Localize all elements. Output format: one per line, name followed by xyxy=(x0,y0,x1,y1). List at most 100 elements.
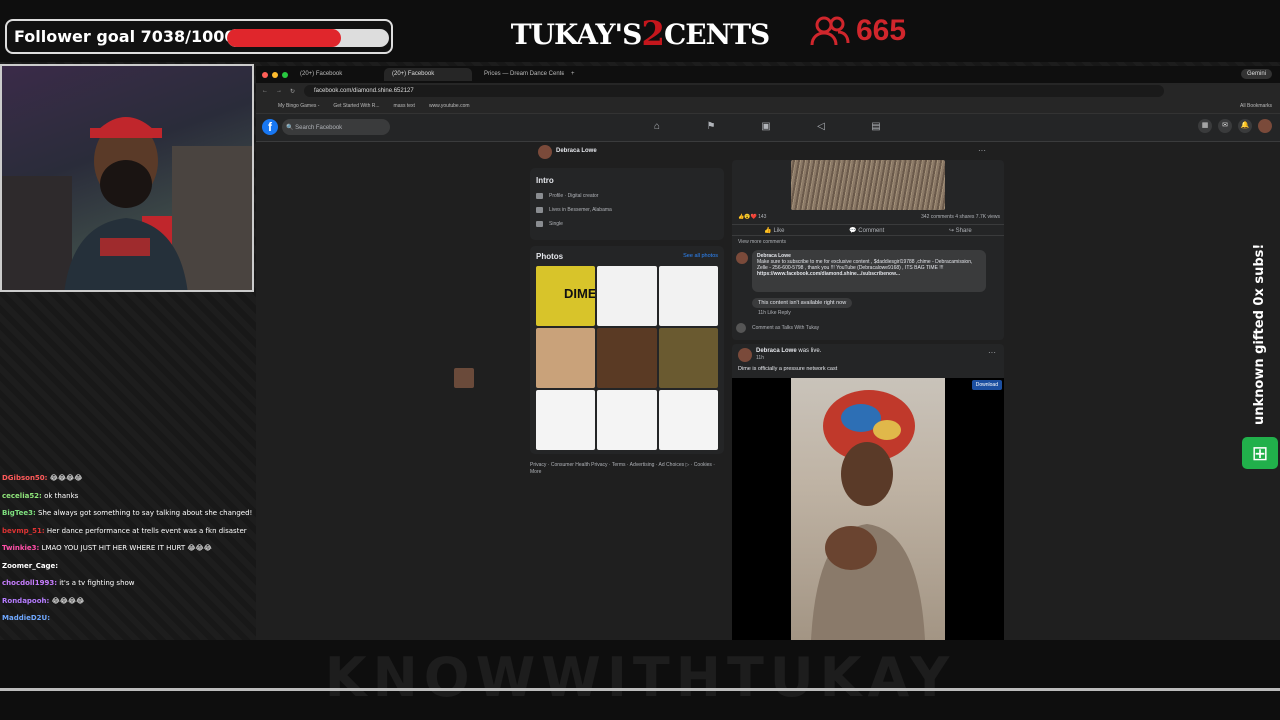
facebook-footer-links[interactable]: Privacy · Consumer Health Privacy · Term… xyxy=(530,462,724,476)
post-video[interactable]: Download xyxy=(732,378,1004,640)
photo-dime-text: DIME xyxy=(564,286,596,301)
browser-window: (20+) Facebook (20+) Facebook Prices — D… xyxy=(256,66,1280,640)
browser-tab-1[interactable]: (20+) Facebook xyxy=(292,68,380,81)
reload-icon[interactable]: ↻ xyxy=(290,88,295,95)
notifications-icon[interactable]: 🔔 xyxy=(1238,119,1252,133)
unavailable-content-notice: This content isn't available right now xyxy=(752,298,853,308)
photo-thumb[interactable] xyxy=(597,266,657,326)
home-icon[interactable]: ⌂ xyxy=(650,121,664,133)
see-all-photos-link[interactable]: See all photos xyxy=(683,253,718,259)
intro-profile-text: Profile · Digital creator xyxy=(549,193,599,199)
chat-username[interactable]: bevmp_51: xyxy=(2,527,45,535)
write-comment-row: Comment as Talks With Tukay xyxy=(736,322,1000,334)
comment-button[interactable]: 💬 Comment xyxy=(849,227,884,234)
forward-icon[interactable]: → xyxy=(276,88,282,94)
photos-card: Photos See all photos DIME xyxy=(530,246,724,454)
comment-bubble: Debraca Lowe Make sure to subscribe to m… xyxy=(752,250,986,292)
gifted-subs-banner: unknown gifted 0x subs! xyxy=(1252,243,1267,425)
video-frame xyxy=(791,378,945,640)
gemini-button[interactable]: Gemini xyxy=(1240,69,1272,79)
reaction-count[interactable]: 143 xyxy=(758,214,766,220)
menu-grid-icon[interactable]: ▦ xyxy=(1198,119,1212,133)
bookmark-2[interactable]: Get Started With R... xyxy=(333,103,379,109)
post-more-icon[interactable]: ··· xyxy=(988,348,996,357)
bottom-divider xyxy=(0,688,1280,691)
account-avatar[interactable] xyxy=(1258,119,1272,133)
share-button[interactable]: ↪ Share xyxy=(949,227,972,234)
facebook-right-icons: ▦ ✉ 🔔 xyxy=(1198,119,1272,133)
chat-username[interactable]: cecelia52: xyxy=(2,492,42,500)
live-chat: DGibson50: 😂😂😂😂 cecelia52: ok thanks BigTe… xyxy=(0,470,254,630)
profile-feed: 👍😮❤️ 143 342 comments 4 shares 7.7K view… xyxy=(732,160,1004,640)
download-button[interactable]: Download xyxy=(971,380,1002,390)
post-author-avatar[interactable] xyxy=(738,348,752,362)
chat-username[interactable]: MaddieD2U: xyxy=(2,614,50,622)
bookmark-4[interactable]: www.youtube.com xyxy=(429,103,470,109)
post-image[interactable] xyxy=(791,160,945,210)
chat-message: Twinkie3: LMAO YOU JUST HIT HER WHERE IT… xyxy=(2,540,254,558)
marketplace-icon[interactable]: ▤ xyxy=(869,121,883,133)
close-window-dot[interactable] xyxy=(262,71,268,78)
like-button[interactable]: 👍 Like xyxy=(764,227,784,234)
photo-thumb[interactable] xyxy=(658,266,718,326)
view-more-comments-link[interactable]: View more comments xyxy=(738,239,786,245)
viewers-icon xyxy=(810,16,850,46)
facebook-search-input[interactable]: 🔍 Search Facebook xyxy=(282,119,390,135)
bottom-watermark: KNOWWITHTUKAY xyxy=(324,646,956,709)
profile-avatar[interactable] xyxy=(538,145,552,159)
chat-username[interactable]: Twinkie3: xyxy=(2,544,39,552)
video-icon[interactable]: ▣ xyxy=(759,121,773,133)
post-time[interactable]: 11h xyxy=(756,355,764,361)
browser-tab-3[interactable]: Prices — Dream Dance Cente xyxy=(476,68,564,81)
maximize-window-dot[interactable] xyxy=(282,71,288,78)
post-author-name[interactable]: Debraca Lowe xyxy=(756,348,797,354)
chat-username[interactable]: chocdoll1993: xyxy=(2,579,57,587)
comment-link[interactable]: https://www.facebook.com/diamond.shine..… xyxy=(757,271,981,277)
intro-single-text: Single xyxy=(549,221,563,227)
chat-message: BigTee3: She always got something to say… xyxy=(2,505,254,523)
photo-thumb[interactable] xyxy=(536,328,596,388)
browser-tab-2[interactable]: (20+) Facebook xyxy=(384,68,472,81)
bookmarks-bar: My Bingo Games - Get Started With R... m… xyxy=(256,99,1280,114)
photo-thumb[interactable] xyxy=(658,390,718,450)
photo-thumb[interactable] xyxy=(597,390,657,450)
chat-username[interactable]: Zoomer_Cage: xyxy=(2,562,58,570)
new-tab-button[interactable]: + xyxy=(568,68,582,81)
all-bookmarks[interactable]: All Bookmarks xyxy=(1240,103,1272,109)
chat-text: Her dance performance at trells event wa… xyxy=(46,526,247,535)
minimize-window-dot[interactable] xyxy=(272,71,278,78)
back-icon[interactable]: ← xyxy=(262,88,268,94)
megaphone-icon[interactable]: ◁ xyxy=(814,121,828,133)
post-stats-text[interactable]: 342 comments 4 shares 7.7K views xyxy=(921,214,1000,220)
viewer-count-number: 665 xyxy=(856,14,907,47)
profile-header-bar: Debraca Lowe ··· xyxy=(530,142,1006,162)
viewer-count: 665 xyxy=(810,14,906,48)
chat-message: cecelia52: ok thanks xyxy=(2,488,254,506)
url-input[interactable]: facebook.com/diamond.shine.652127 xyxy=(304,85,1164,97)
photo-thumb[interactable] xyxy=(536,390,596,450)
post-status: was live. xyxy=(798,348,822,354)
reaction-icons[interactable]: 👍😮❤️ xyxy=(738,214,758,220)
photo-thumb[interactable] xyxy=(597,328,657,388)
logo-right-text: CENTS xyxy=(663,17,770,51)
photo-thumb[interactable]: DIME xyxy=(536,266,596,326)
more-options-icon[interactable]: ··· xyxy=(978,146,986,155)
chat-username[interactable]: Rondapooh: xyxy=(2,597,49,605)
intro-card: Intro Profile · Digital creator Lives in… xyxy=(530,168,724,240)
bookmark-3[interactable]: mass text xyxy=(394,103,415,109)
follower-goal-fill xyxy=(227,29,341,47)
chat-username[interactable]: DGibson50: xyxy=(2,474,47,482)
chat-username[interactable]: BigTee3: xyxy=(2,509,36,517)
bookmark-1[interactable]: My Bingo Games - xyxy=(278,103,319,109)
comment-as-input[interactable]: Comment as Talks With Tukay xyxy=(752,325,819,331)
flag-icon[interactable]: ⚑ xyxy=(704,121,718,133)
photo-thumb[interactable] xyxy=(658,328,718,388)
profile-name[interactable]: Debraca Lowe xyxy=(556,148,597,154)
post-author-line: Debraca Lowe was live. xyxy=(756,348,821,354)
browser-tab-strip: (20+) Facebook (20+) Facebook Prices — D… xyxy=(256,66,1280,83)
commenter-avatar[interactable] xyxy=(736,252,748,264)
my-avatar xyxy=(736,323,746,333)
messenger-icon[interactable]: ✉ xyxy=(1218,119,1232,133)
facebook-logo-icon[interactable]: f xyxy=(262,119,278,135)
comment-meta-actions[interactable]: 11h Like Reply xyxy=(758,310,791,316)
